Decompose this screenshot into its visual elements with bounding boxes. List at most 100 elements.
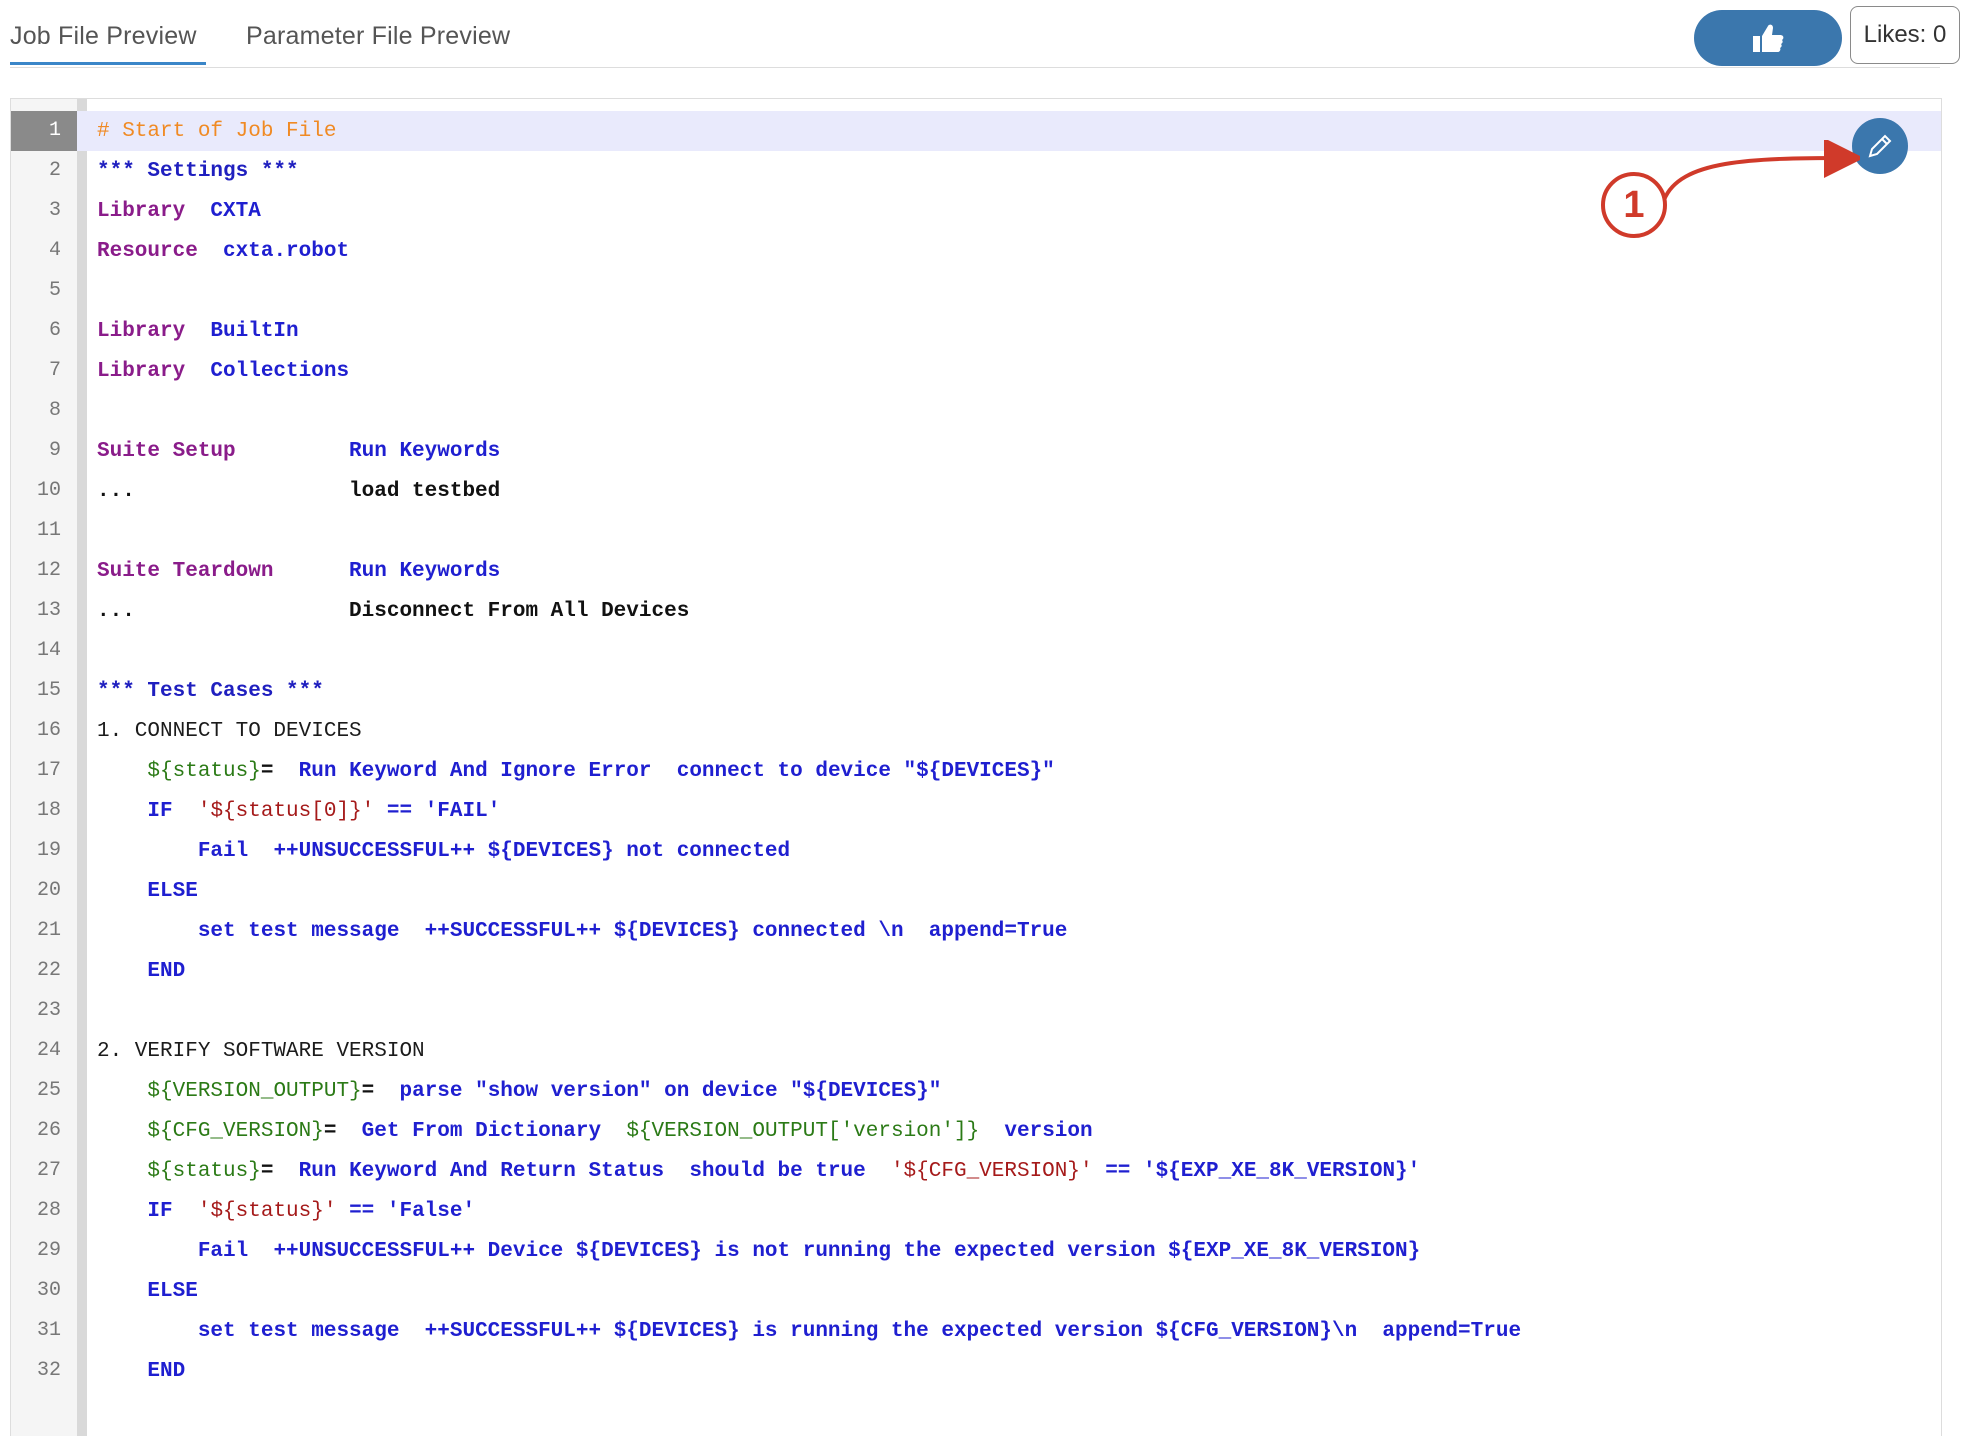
code-line[interactable]: 24 2. VERIFY SOFTWARE VERSION (11, 1031, 1941, 1071)
line-number: 11 (36, 519, 61, 542)
code-line[interactable]: 16 1. CONNECT TO DEVICES (11, 711, 1941, 751)
line-number: 14 (36, 639, 61, 662)
preview-tabs: Job File Preview Parameter File Preview (10, 0, 1964, 70)
code-token: IF (147, 799, 198, 823)
code-text: *** Test Cases *** (77, 680, 324, 703)
code-line[interactable]: 30 ELSE (11, 1271, 1941, 1311)
code-line[interactable]: 5 (11, 271, 1941, 311)
code-token: Collections (210, 359, 350, 383)
code-line[interactable]: 1 # Start of Job File (11, 111, 1941, 151)
code-token: cxta.robot (223, 239, 350, 263)
code-line[interactable]: 27 ${status}= Run Keyword And Return Sta… (11, 1151, 1941, 1191)
line-number: 19 (36, 839, 61, 862)
code-token: Fail ++UNSUCCESSFUL++ Device ${DEVICES} … (197, 1239, 1421, 1263)
code-token: ${status} (147, 1159, 261, 1183)
code-token: ELSE (147, 1279, 198, 1303)
code-token: ELSE (147, 879, 198, 903)
code-token: ${VERSION_OUTPUT} (147, 1079, 362, 1103)
edit-button[interactable] (1852, 118, 1908, 174)
line-number: 23 (36, 999, 61, 1022)
code-token: Library (97, 319, 211, 343)
tab-job-file-preview[interactable]: Job File Preview (10, 22, 197, 51)
like-button[interactable] (1694, 10, 1842, 66)
code-line[interactable]: 13 ... Disconnect From All Devices (11, 591, 1941, 631)
code-text: ${status}= Run Keyword And Return Status… (77, 1160, 1420, 1183)
code-line[interactable]: 11 (11, 511, 1941, 551)
pencil-icon (1868, 134, 1892, 158)
active-tab-indicator (10, 62, 206, 65)
code-token: = (323, 1119, 362, 1143)
code-token: '${status[0]}' (197, 799, 375, 823)
code-line[interactable]: 4 Resource cxta.robot (11, 231, 1941, 271)
code-token: # Start of Job File (97, 119, 337, 143)
annotation-arrow-icon (1662, 140, 1860, 201)
code-line[interactable]: 18 IF '${status[0]}' == 'FAIL' (11, 791, 1941, 831)
code-editor[interactable]: 1 # Start of Job File 2 *** Settings *** 3 Li… (10, 98, 1942, 1436)
code-token: CXTA (210, 199, 261, 223)
line-number: 6 (48, 319, 61, 342)
code-token: Run Keywords (349, 559, 501, 583)
code-line[interactable]: 21 set test message ++SUCCESSFUL++ ${DEV… (11, 911, 1941, 951)
code-text: Suite Teardown Run Keywords (77, 560, 500, 583)
code-token: Resource (97, 239, 224, 263)
line-number: 4 (48, 239, 61, 262)
code-text: IF '${status[0]}' == 'FAIL' (77, 800, 500, 823)
code-token: = (361, 1079, 400, 1103)
code-text: Library BuiltIn (77, 320, 299, 343)
code-line[interactable]: 20 ELSE (11, 871, 1941, 911)
tabs-divider (10, 67, 1940, 68)
code-token: Suite Setup (97, 439, 350, 463)
line-number: 20 (36, 879, 61, 902)
code-token: Library (97, 199, 211, 223)
code-token: Run Keyword And Ignore Error connect to … (298, 759, 1055, 783)
code-line[interactable]: 29 Fail ++UNSUCCESSFUL++ Device ${DEVICE… (11, 1231, 1941, 1271)
code-token: parse "show version" on device "${DEVICE… (399, 1079, 942, 1103)
code-text: ${status}= Run Keyword And Ignore Error … (77, 759, 1055, 783)
code-line[interactable]: 28 IF '${status}' == 'False' (11, 1191, 1941, 1231)
code-text: ${CFG_VERSION}= Get From Dictionary ${VE… (77, 1119, 1092, 1143)
code-line[interactable]: 14 (11, 631, 1941, 671)
code-line[interactable]: 7 Library Collections (11, 351, 1941, 391)
code-line[interactable]: 15 *** Test Cases *** (11, 671, 1941, 711)
code-line[interactable]: 25 ${VERSION_OUTPUT}= parse "show versio… (11, 1071, 1941, 1111)
code-text: 2. VERIFY SOFTWARE VERSION (77, 1040, 425, 1063)
code-token: IF (147, 1199, 198, 1223)
line-number: 24 (36, 1039, 61, 1062)
code-text: Fail ++UNSUCCESSFUL++ Device ${DEVICES} … (77, 1240, 1420, 1263)
code-text: ${VERSION_OUTPUT}= parse "show version" … (77, 1080, 941, 1103)
code-token: = (260, 759, 299, 783)
line-number: 28 (36, 1199, 61, 1222)
code-token: Fail ++UNSUCCESSFUL++ ${DEVICES} not con… (197, 839, 791, 863)
code-line[interactable]: 9 Suite Setup Run Keywords (11, 431, 1941, 471)
code-line[interactable]: 23 (11, 991, 1941, 1031)
likes-count: Likes: 0 (1850, 6, 1960, 64)
code-line[interactable]: 19 Fail ++UNSUCCESSFUL++ ${DEVICES} not … (11, 831, 1941, 871)
code-line[interactable]: 10 ... load testbed (11, 471, 1941, 511)
code-token: BuiltIn (210, 319, 299, 343)
code-token: Run Keywords (349, 439, 501, 463)
line-number: 16 (36, 719, 61, 742)
code-text: Resource cxta.robot (77, 240, 349, 263)
code-line[interactable]: 32 END (11, 1351, 1941, 1391)
code-text: 1. CONNECT TO DEVICES (77, 720, 362, 743)
code-line[interactable]: 26 ${CFG_VERSION}= Get From Dictionary $… (11, 1111, 1941, 1151)
code-token: *** Test Cases *** (97, 679, 324, 703)
code-line[interactable]: 22 END (11, 951, 1941, 991)
line-number: 25 (36, 1079, 61, 1102)
code-token: Get From Dictionary (361, 1119, 627, 1143)
code-token: 1. CONNECT TO DEVICES (97, 719, 362, 743)
code-line[interactable]: 6 Library BuiltIn (11, 311, 1941, 351)
code-line[interactable]: 17 ${status}= Run Keyword And Ignore Err… (11, 751, 1941, 791)
code-line[interactable]: 12 Suite Teardown Run Keywords (11, 551, 1941, 591)
tab-parameter-file-preview[interactable]: Parameter File Preview (246, 22, 510, 51)
code-line[interactable]: 8 (11, 391, 1941, 431)
line-number: 26 (36, 1119, 61, 1142)
code-line[interactable]: 31 set test message ++SUCCESSFUL++ ${DEV… (11, 1311, 1941, 1351)
